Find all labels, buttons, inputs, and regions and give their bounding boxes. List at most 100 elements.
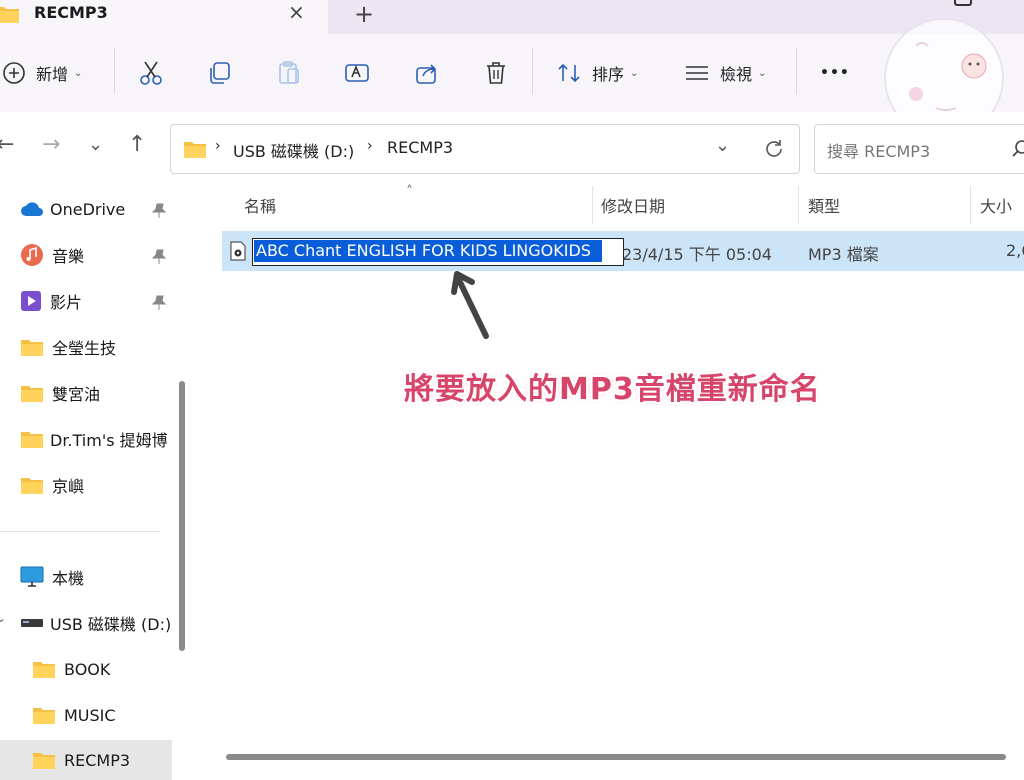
sidebar-item-music-folder[interactable]: MUSIC	[32, 695, 207, 735]
paste-button[interactable]	[276, 34, 302, 112]
sidebar-item-book[interactable]: BOOK	[32, 649, 207, 689]
sidebar-item-label: USB 磁碟機 (D:)	[50, 615, 172, 634]
sort-icon	[558, 63, 580, 83]
column-header-name[interactable]: 名稱	[244, 186, 276, 224]
up-button[interactable]: ↑	[128, 132, 146, 157]
rename-button[interactable]	[344, 34, 370, 112]
sidebar-item-folder[interactable]: 全瑩生技	[20, 327, 195, 367]
sidebar-item-music[interactable]: 音樂	[20, 235, 195, 275]
tab-bar: RECMP3 × +	[0, 0, 1024, 34]
separator	[796, 48, 797, 94]
column-header-modified[interactable]: 修改日期	[601, 186, 665, 224]
pin-icon[interactable]	[151, 249, 167, 265]
sort-button[interactable]: 排序 ⌄	[556, 34, 638, 112]
sidebar-item-label: Dr.Tim's 提姆博	[50, 431, 168, 450]
clipboard-icon	[279, 61, 299, 84]
recent-locations-button[interactable]: ⌄	[88, 134, 103, 155]
scissors-icon	[140, 61, 162, 85]
file-modified: 23/4/15 下午 05:04	[622, 245, 772, 264]
pin-icon[interactable]	[151, 203, 167, 219]
rename-input[interactable]: ABC Chant ENGLISH FOR KIDS LINGOKIDS	[252, 238, 624, 266]
new-button[interactable]: 新增 ⌄	[2, 34, 82, 112]
sidebar-item-label: 音樂	[52, 247, 85, 266]
table-row[interactable]: ABC Chant ENGLISH FOR KIDS LINGOKIDS 23/…	[222, 231, 1024, 271]
address-row: ← → ⌄ ↑ › USB 磁碟機 (D:) › RECMP3 ⌄ 搜尋 REC…	[0, 112, 1024, 186]
chevron-down-icon: ⌄	[74, 67, 83, 79]
navigation-pane: OneDrive 音樂 影片 全瑩生技 雙宮油 Dr.Tim's 提姆博 京嶼 …	[0, 186, 190, 780]
chevron-down-icon[interactable]: ⌄	[0, 611, 6, 625]
sidebar-item-label: BOOK	[64, 659, 111, 679]
sidebar-item-label: 雙宮油	[52, 385, 101, 404]
annotation-text: 將要放入的MP3音檔重新命名	[404, 372, 821, 407]
sidebar-item-recmp3[interactable]: RECMP3	[0, 740, 172, 780]
rename-selected-text: ABC Chant ENGLISH FOR KIDS LINGOKIDS	[254, 240, 602, 262]
column-header-label: 名稱	[244, 197, 277, 216]
column-divider[interactable]	[798, 186, 799, 224]
sidebar-item-onedrive[interactable]: OneDrive	[20, 189, 195, 229]
chevron-down-icon: ⌄	[758, 67, 767, 79]
new-tab-button[interactable]: +	[354, 0, 374, 28]
pin-icon[interactable]	[151, 295, 167, 311]
plus-circle-icon	[3, 62, 25, 84]
sidebar-item-label: OneDrive	[50, 199, 126, 219]
folder-icon	[21, 432, 43, 448]
sidebar-item-this-pc[interactable]: 本機	[20, 557, 195, 597]
view-label: 檢視	[720, 65, 753, 84]
list-view-icon	[686, 66, 708, 80]
breadcrumb-recmp3[interactable]: RECMP3	[387, 138, 453, 157]
share-button[interactable]	[414, 34, 440, 112]
sidebar-item-folder[interactable]: 雙宮油	[20, 373, 195, 413]
folder-icon	[33, 662, 55, 678]
command-bar: 新增 ⌄ 排序 ⌄ 檢視 ⌄ •••	[0, 34, 1024, 113]
share-icon	[416, 64, 437, 84]
rename-icon	[345, 64, 369, 82]
forward-button[interactable]: →	[42, 132, 60, 157]
folder-icon	[184, 142, 206, 158]
sidebar-item-folder[interactable]: Dr.Tim's 提姆博	[20, 419, 195, 459]
file-type: MP3 檔案	[808, 245, 879, 264]
video-icon	[21, 291, 41, 311]
chevron-down-icon[interactable]: ⌄	[715, 135, 730, 156]
sidebar-item-label: 本機	[52, 569, 85, 588]
divider	[0, 531, 160, 532]
restore-window-icon[interactable]	[954, 0, 972, 6]
search-input[interactable]: 搜尋 RECMP3	[814, 124, 1024, 174]
more-options-button[interactable]: •••	[820, 34, 850, 112]
delete-button[interactable]	[484, 34, 508, 112]
vertical-scrollbar[interactable]	[179, 381, 185, 651]
monitor-icon	[20, 566, 44, 587]
refresh-icon[interactable]	[763, 138, 785, 160]
folder-icon	[21, 386, 43, 402]
breadcrumb-usb-drive[interactable]: USB 磁碟機 (D:)	[233, 138, 354, 162]
file-size: 2,6	[1006, 241, 1024, 260]
chevron-right-icon[interactable]: ›	[0, 565, 1, 579]
copy-button[interactable]	[207, 34, 233, 112]
sidebar-item-usb-drive[interactable]: USB 磁碟機 (D:)	[20, 603, 195, 643]
chevron-down-icon: ⌄	[630, 67, 639, 79]
sort-ascending-icon: ˄	[406, 184, 413, 200]
cut-button[interactable]	[138, 34, 164, 112]
audio-file-icon	[230, 241, 246, 261]
column-divider[interactable]	[592, 186, 593, 224]
sidebar-item-videos[interactable]: 影片	[20, 281, 195, 321]
folder-icon	[21, 478, 43, 494]
column-header-size[interactable]: 大小	[980, 186, 1012, 224]
column-header-type[interactable]: 類型	[808, 186, 840, 224]
search-icon[interactable]	[1011, 139, 1024, 159]
sidebar-item-folder[interactable]: 京嶼	[20, 465, 195, 505]
sidebar-item-label: 影片	[50, 293, 83, 312]
column-header-label: 大小	[980, 197, 1013, 216]
address-bar[interactable]: › USB 磁碟機 (D:) › RECMP3 ⌄	[170, 124, 800, 174]
more-label: •••	[820, 65, 850, 81]
arrow-up-icon	[451, 271, 489, 339]
sidebar-item-label: MUSIC	[64, 705, 116, 725]
tab-recmp3[interactable]: RECMP3 ×	[0, 0, 328, 34]
sidebar-item-label: 京嶼	[52, 477, 85, 496]
horizontal-scrollbar[interactable]	[226, 754, 1006, 760]
separator	[532, 48, 533, 94]
back-button[interactable]: ←	[0, 132, 14, 157]
sidebar-item-label: RECMP3	[64, 750, 131, 770]
view-button[interactable]: 檢視 ⌄	[684, 34, 766, 112]
column-divider[interactable]	[970, 186, 971, 224]
close-tab-button[interactable]: ×	[288, 0, 305, 24]
